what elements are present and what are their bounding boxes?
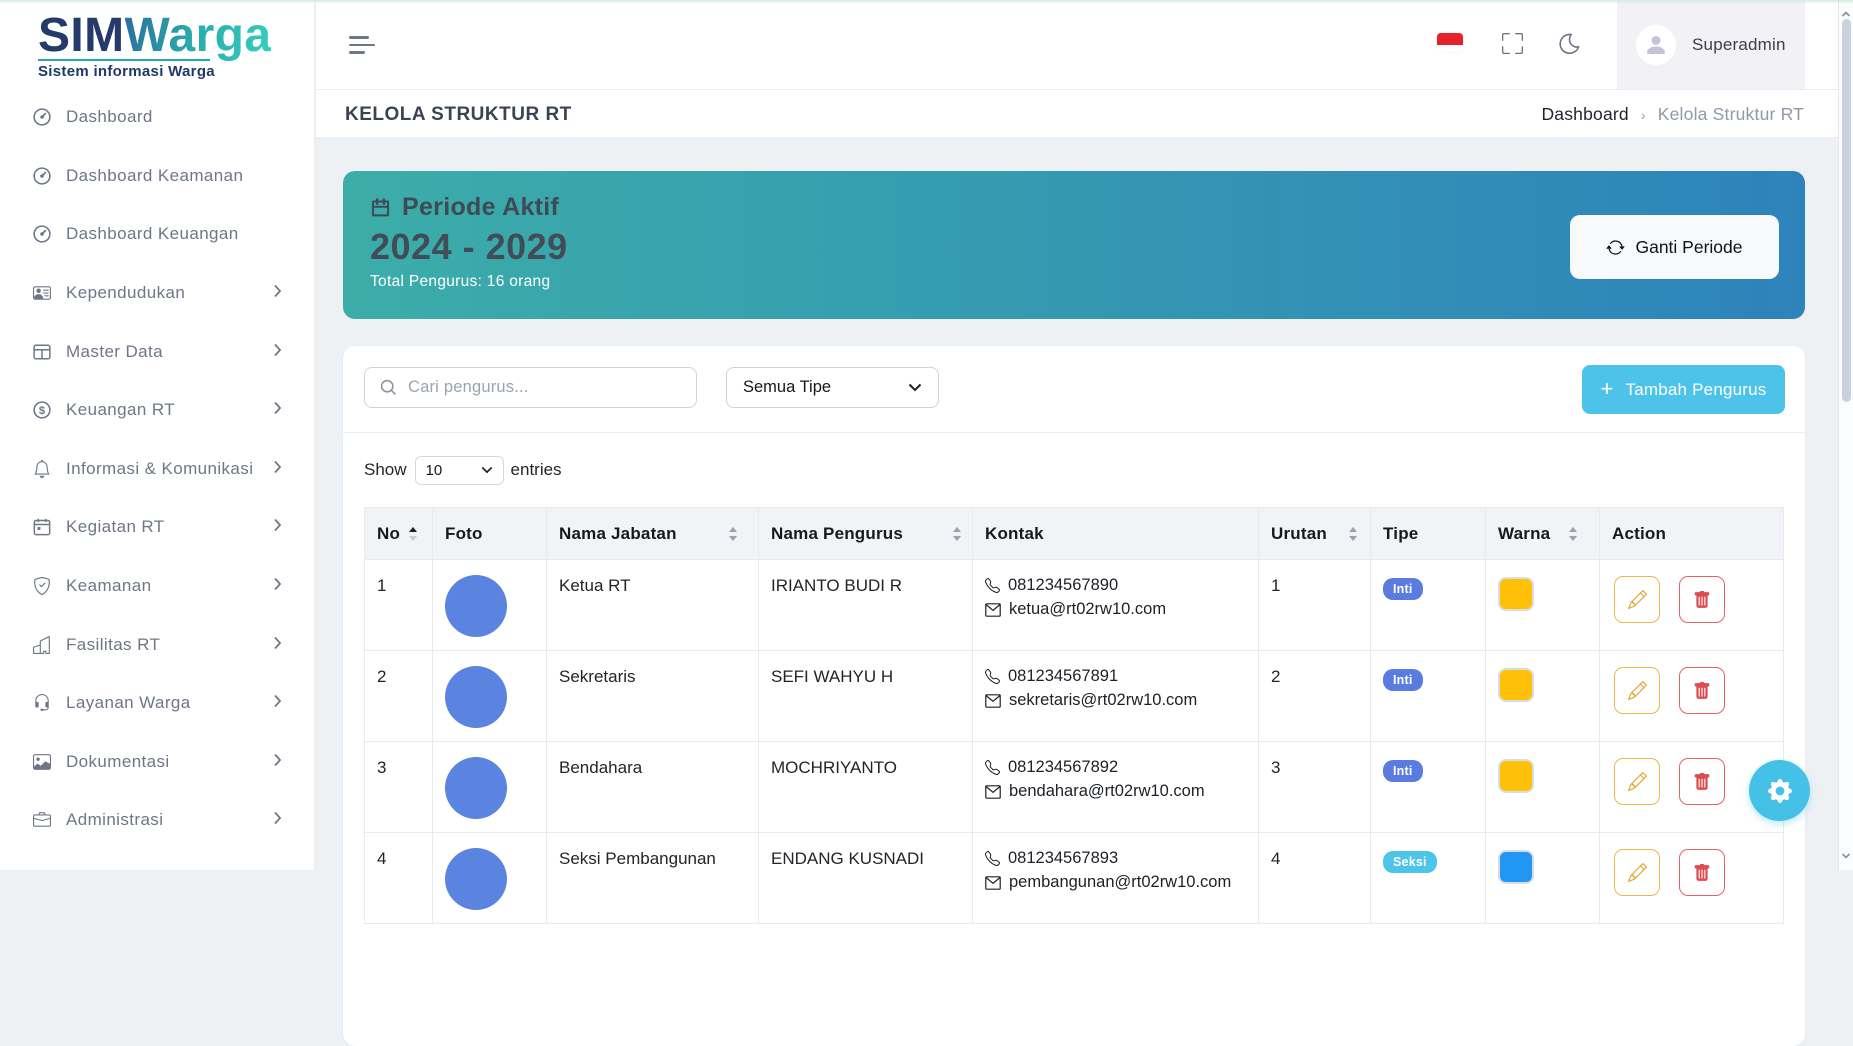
svg-text:$: $ [39,405,46,417]
